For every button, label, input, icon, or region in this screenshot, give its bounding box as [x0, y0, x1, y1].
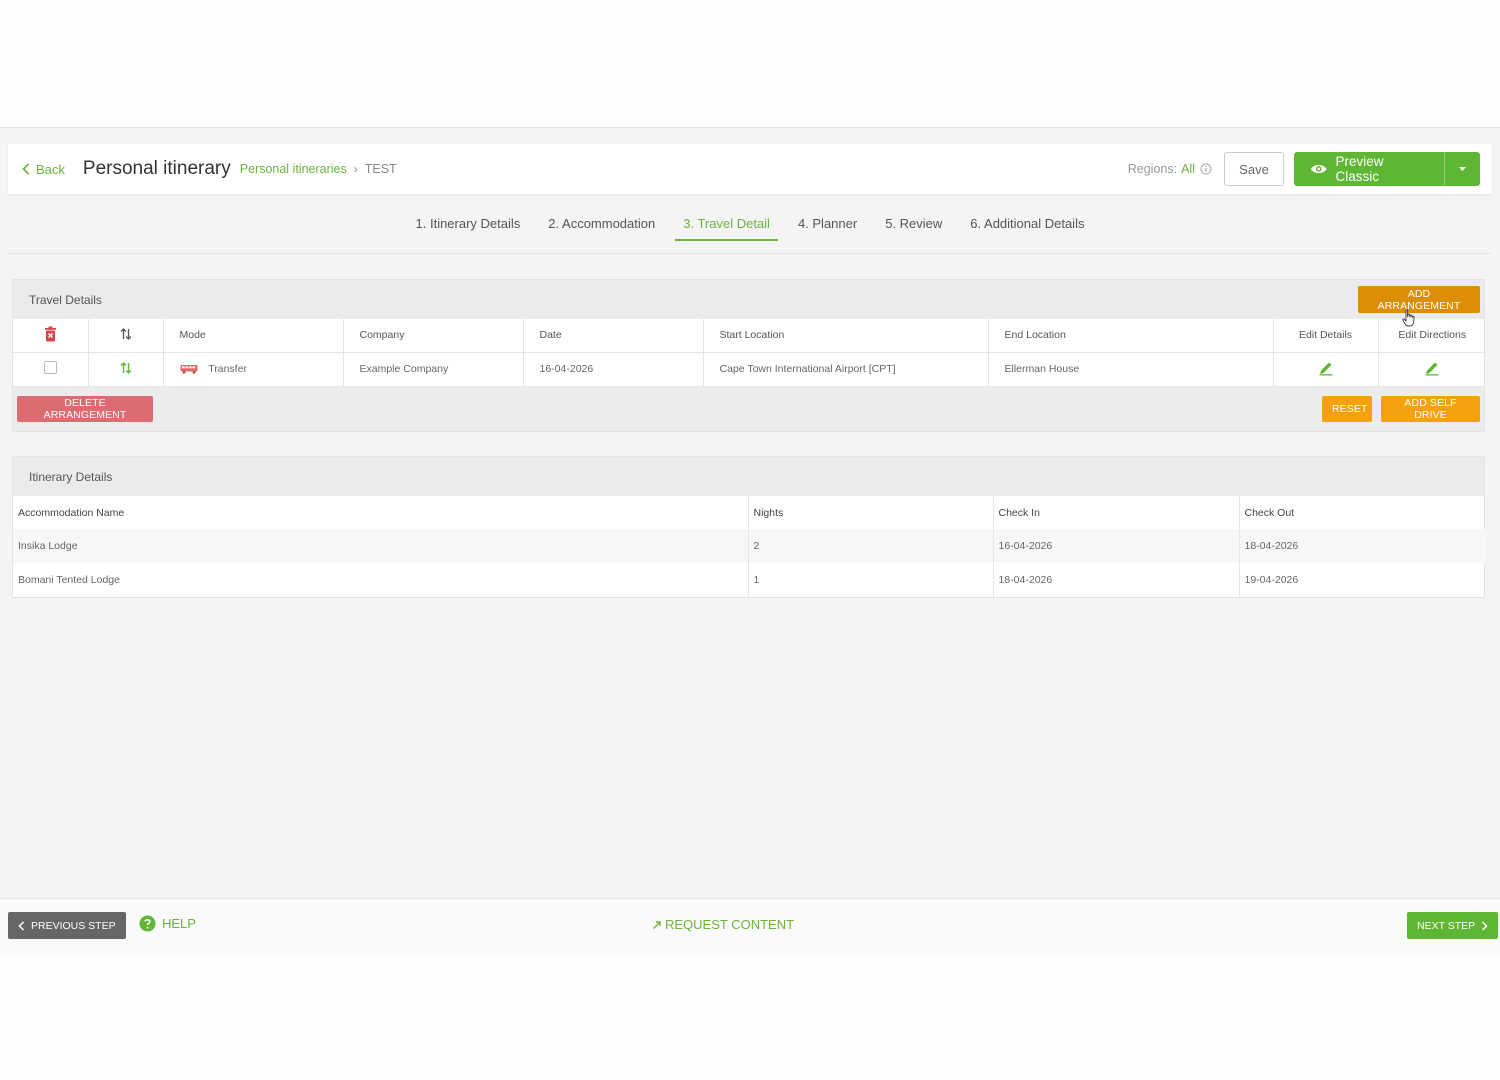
row-select-cell — [13, 352, 89, 387]
breadcrumb-separator-icon: › — [353, 162, 358, 176]
save-button[interactable]: Save — [1224, 152, 1284, 186]
tab-additional-details[interactable]: 6. Additional Details — [962, 216, 1092, 241]
previous-step-button[interactable]: PREVIOUS STEP — [8, 912, 126, 939]
itinerary-details-title: Itinerary Details — [29, 469, 113, 484]
edit-details-cell — [1273, 352, 1379, 387]
nights-cell: 1 — [748, 563, 994, 597]
tab-review[interactable]: 5. Review — [877, 216, 950, 241]
header-bar: Back Personal itinerary Personal itinera… — [8, 144, 1492, 194]
delete-column-header — [13, 319, 89, 353]
nights-cell: 2 — [748, 529, 994, 563]
regions-label: Regions: — [1127, 162, 1178, 176]
col-accommodation-name: Accommodation Name — [13, 496, 749, 529]
previous-step-label: PREVIOUS STEP — [31, 919, 116, 932]
breadcrumb-current: TEST — [364, 162, 397, 176]
pencil-icon[interactable] — [1424, 360, 1440, 376]
check-in-cell: 18-04-2026 — [993, 563, 1240, 597]
start-location-cell: Cape Town International Airport [CPT] — [703, 352, 989, 387]
help-link[interactable]: HELP — [139, 915, 196, 932]
table-row: Insika Lodge 2 16-04-2026 18-04-2026 — [13, 529, 1486, 563]
travel-table-header: Mode Company Date Start Location End Loc… — [13, 319, 1486, 353]
info-icon[interactable] — [1200, 163, 1212, 175]
app-window: Back Personal itinerary Personal itinera… — [0, 127, 1500, 954]
travel-details-panel: Travel Details ADD ARRANGEMENT Mode Comp… — [12, 279, 1486, 432]
regions-filter: Regions: All — [1128, 162, 1212, 176]
reset-button[interactable]: RESET — [1322, 395, 1372, 422]
sort-column-header — [88, 319, 164, 353]
date-cell: 16-04-2026 — [523, 352, 704, 387]
end-location-cell: Ellerman House — [988, 352, 1274, 387]
pencil-icon[interactable] — [1318, 360, 1334, 376]
help-label: HELP — [162, 916, 196, 931]
row-sort-cell — [88, 352, 164, 387]
itinerary-details-panel: Itinerary Details Accommodation Name Nig… — [12, 456, 1486, 598]
col-end-location: End Location — [988, 319, 1274, 353]
itinerary-table-header: Accommodation Name Nights Check In Check… — [13, 496, 1486, 529]
hand-cursor-icon — [1402, 309, 1415, 327]
row-checkbox[interactable] — [43, 361, 57, 374]
back-link[interactable]: Back — [22, 162, 65, 177]
add-arrangement-button[interactable]: ADD ARRANGEMENT — [1358, 286, 1480, 313]
chevron-right-icon — [1482, 920, 1488, 931]
sort-handle-icon[interactable] — [120, 361, 132, 374]
tab-planner[interactable]: 4. Planner — [790, 216, 865, 241]
itinerary-details-header: Itinerary Details — [13, 457, 1484, 496]
chevron-left-icon — [18, 920, 25, 931]
col-date: Date — [523, 319, 704, 353]
preview-split-button: Preview Classic — [1294, 152, 1480, 186]
preview-classic-button[interactable]: Preview Classic — [1294, 152, 1444, 186]
preview-dropdown-toggle[interactable] — [1444, 152, 1480, 186]
table-row: Bomani Tented Lodge 1 18-04-2026 19-04-2… — [13, 563, 1486, 597]
col-company: Company — [343, 319, 524, 353]
mode-cell: Transfer — [163, 352, 344, 387]
accommodation-name-cell: Bomani Tented Lodge — [13, 563, 749, 597]
step-tabs: 1. Itinerary Details 2. Accommodation 3.… — [0, 216, 1500, 241]
regions-value[interactable]: All — [1181, 162, 1195, 176]
travel-details-title: Travel Details — [29, 292, 102, 307]
footer-bar: PREVIOUS STEP HELP REQUEST CONTENT NEXT … — [0, 898, 1500, 954]
itinerary-table: Accommodation Name Nights Check In Check… — [13, 496, 1486, 597]
chevron-left-icon — [22, 163, 30, 175]
bus-icon — [180, 365, 197, 374]
sort-icon[interactable] — [120, 327, 132, 340]
preview-label: Preview Classic — [1335, 154, 1384, 184]
trash-icon[interactable] — [44, 326, 57, 342]
external-arrow-icon — [653, 920, 661, 929]
tab-accommodation[interactable]: 2. Accommodation — [540, 216, 663, 241]
next-step-button[interactable]: NEXT STEP — [1407, 912, 1499, 939]
add-self-drive-button[interactable]: ADD SELF DRIVE — [1381, 395, 1480, 422]
check-out-cell: 18-04-2026 — [1239, 529, 1486, 563]
travel-row: Transfer Example Company 16-04-2026 Cape… — [13, 352, 1486, 387]
travel-table: Mode Company Date Start Location End Loc… — [13, 319, 1486, 387]
check-out-cell: 19-04-2026 — [1244, 574, 1299, 586]
tab-itinerary-details[interactable]: 1. Itinerary Details — [408, 216, 529, 241]
col-nights: Nights — [748, 496, 994, 529]
page-title: Personal itinerary — [82, 158, 231, 179]
request-content-label: REQUEST CONTENT — [665, 917, 795, 932]
travel-actions-bar: DELETE ARRANGEMENT RESET ADD SELF DRIVE — [13, 386, 1484, 431]
delete-arrangement-button[interactable]: DELETE ARRANGEMENT — [17, 395, 153, 422]
tab-travel-detail[interactable]: 3. Travel Detail — [675, 216, 778, 241]
caret-down-icon — [1459, 167, 1466, 171]
col-edit-directions: Edit Directions — [1378, 319, 1486, 353]
col-mode: Mode — [163, 319, 344, 353]
check-in-cell: 16-04-2026 — [993, 529, 1240, 563]
help-circle-icon — [139, 915, 156, 932]
mode-label: Transfer — [208, 363, 247, 375]
tab-divider — [8, 253, 1492, 254]
col-check-out: Check Out — [1244, 506, 1295, 519]
next-step-label: NEXT STEP — [1417, 919, 1476, 932]
accommodation-name-cell: Insika Lodge — [13, 529, 749, 563]
back-label: Back — [36, 161, 65, 177]
eye-icon — [1310, 164, 1327, 174]
request-content-link[interactable]: REQUEST CONTENT — [652, 917, 794, 932]
edit-directions-cell — [1378, 352, 1486, 387]
col-start-location: Start Location — [703, 319, 989, 353]
breadcrumb-link[interactable]: Personal itineraries — [240, 162, 347, 176]
company-cell: Example Company — [343, 352, 524, 387]
travel-details-header: Travel Details ADD ARRANGEMENT — [13, 280, 1484, 327]
col-edit-details: Edit Details — [1273, 319, 1379, 353]
col-check-in: Check In — [993, 496, 1240, 529]
